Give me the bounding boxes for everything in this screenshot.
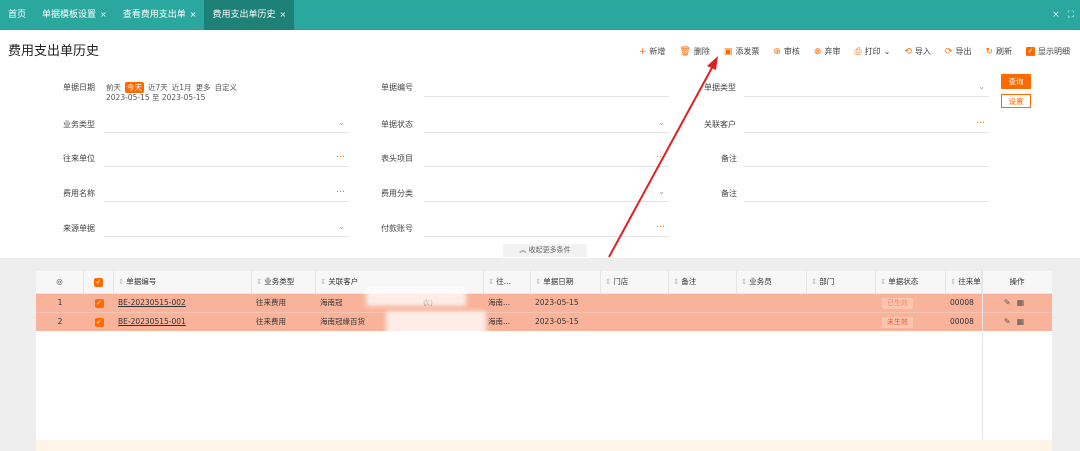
annotation-arrow bbox=[608, 56, 718, 258]
annotation-arrow-line bbox=[608, 63, 715, 258]
annotation-arrow-head bbox=[707, 56, 718, 70]
